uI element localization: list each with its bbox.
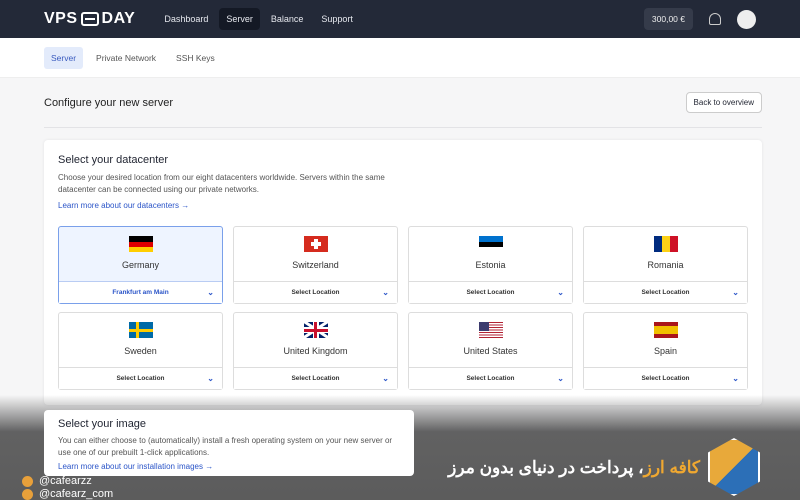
datacenter-card-switzerland[interactable]: Switzerland Select Location ⌄ (233, 226, 398, 305)
chevron-down-icon: ⌄ (207, 288, 214, 298)
location-value: Select Location (641, 375, 690, 383)
telegram-handle: @cafearzz (22, 475, 92, 487)
tab-ssh-keys[interactable]: SSH Keys (169, 47, 222, 69)
flag-icon (478, 313, 503, 339)
chevron-down-icon: ⌄ (382, 374, 389, 384)
location-select[interactable]: Frankfurt am Main ⌄ (59, 281, 222, 304)
telegram-text: @cafearzz (39, 475, 92, 487)
datacenter-card-romania[interactable]: Romania Select Location ⌄ (583, 226, 748, 305)
chevron-down-icon: ⌄ (382, 288, 389, 298)
instagram-icon (22, 488, 33, 500)
logo[interactable]: VPS DAY (44, 10, 135, 28)
datacenter-card-germany[interactable]: Germany Frankfurt am Main ⌄ (58, 226, 223, 305)
section-description: You can either choose to (automatically)… (58, 436, 393, 457)
datacenter-name: United States (463, 346, 518, 357)
image-section: Select your image You can either choose … (44, 410, 414, 476)
location-value: Select Location (466, 375, 515, 383)
flag-icon (128, 227, 153, 253)
chevron-down-icon: ⌄ (557, 374, 564, 384)
datacenter-card-united-states[interactable]: United States Select Location ⌄ (408, 312, 573, 391)
nav-server[interactable]: Server (219, 8, 260, 30)
instagram-handle: @cafearz_com (22, 488, 113, 500)
tab-server[interactable]: Server (44, 46, 84, 69)
location-value: Frankfurt am Main (112, 289, 169, 297)
flag-icon (653, 313, 678, 339)
watermark-slogan: کافه ارز، پرداخت در دنیای بدون مرز (448, 458, 700, 478)
back-to-overview-button[interactable]: Back to overview (685, 92, 762, 113)
datacenter-card-sweden[interactable]: Sweden Select Location ⌄ (58, 312, 223, 391)
location-value: Select Location (116, 375, 165, 383)
section-title: Select your image (58, 418, 147, 430)
flag-icon (303, 227, 328, 253)
avatar[interactable] (737, 9, 756, 29)
datacenter-name: Sweden (124, 346, 157, 357)
flag-icon (653, 227, 678, 253)
flag-icon (303, 313, 328, 339)
balance-button[interactable]: 300,00 € (643, 8, 693, 30)
location-select[interactable]: Select Location ⌄ (409, 281, 572, 304)
location-select[interactable]: Select Location ⌄ (59, 367, 222, 390)
datacenter-card-spain[interactable]: Spain Select Location ⌄ (583, 312, 748, 391)
location-value: Select Location (291, 289, 340, 297)
location-select[interactable]: Select Location ⌄ (234, 281, 397, 304)
datacenter-name: Spain (653, 346, 678, 357)
section-description: Choose your desired location from our ei… (58, 173, 385, 194)
datacenter-name: Estonia (475, 260, 506, 271)
brand-text: کافه ارز (643, 458, 700, 477)
location-value: Select Location (641, 289, 690, 297)
images-link[interactable]: Learn more about our installation images… (58, 462, 400, 471)
tab-private-network[interactable]: Private Network (89, 47, 163, 69)
flag-icon (128, 313, 153, 339)
datacenter-card-united-kingdom[interactable]: United Kingdom Select Location ⌄ (233, 312, 398, 391)
datacenter-name: Switzerland (292, 260, 339, 271)
telegram-icon (22, 475, 33, 487)
bell-icon[interactable] (709, 13, 721, 25)
nav-balance[interactable]: Balance (264, 8, 311, 30)
datacenter-name: United Kingdom (283, 346, 348, 357)
chevron-down-icon: ⌄ (732, 374, 739, 384)
location-select[interactable]: Select Location ⌄ (584, 367, 747, 390)
location-select[interactable]: Select Location ⌄ (234, 367, 397, 390)
nav-dashboard[interactable]: Dashboard (157, 8, 215, 30)
datacenter-section: Select your datacenter Choose your desir… (44, 140, 762, 405)
location-value: Select Location (291, 375, 340, 383)
location-value: Select Location (466, 289, 515, 297)
slogan-text: ، پرداخت در دنیای بدون مرز (448, 458, 644, 477)
chevron-down-icon: ⌄ (732, 288, 739, 298)
datacenter-name: Romania (647, 260, 684, 271)
flag-icon (478, 227, 503, 253)
instagram-text: @cafearz_com (39, 488, 114, 500)
nav-support[interactable]: Support (314, 8, 360, 30)
location-select[interactable]: Select Location ⌄ (409, 367, 572, 390)
section-title: Select your datacenter (58, 154, 169, 166)
page-title: Configure your new server (44, 96, 174, 109)
sub-nav: Server Private Network SSH Keys (0, 38, 800, 78)
top-bar: VPS DAY Dashboard Server Balance Support 300… (0, 0, 800, 38)
location-select[interactable]: Select Location ⌄ (584, 281, 747, 304)
chevron-down-icon: ⌄ (557, 288, 564, 298)
datacenters-link[interactable]: Learn more about our datacenters → (58, 201, 748, 210)
datacenter-name: Germany (121, 260, 159, 271)
chevron-down-icon: ⌄ (207, 374, 214, 384)
datacenter-card-estonia[interactable]: Estonia Select Location ⌄ (408, 226, 573, 305)
